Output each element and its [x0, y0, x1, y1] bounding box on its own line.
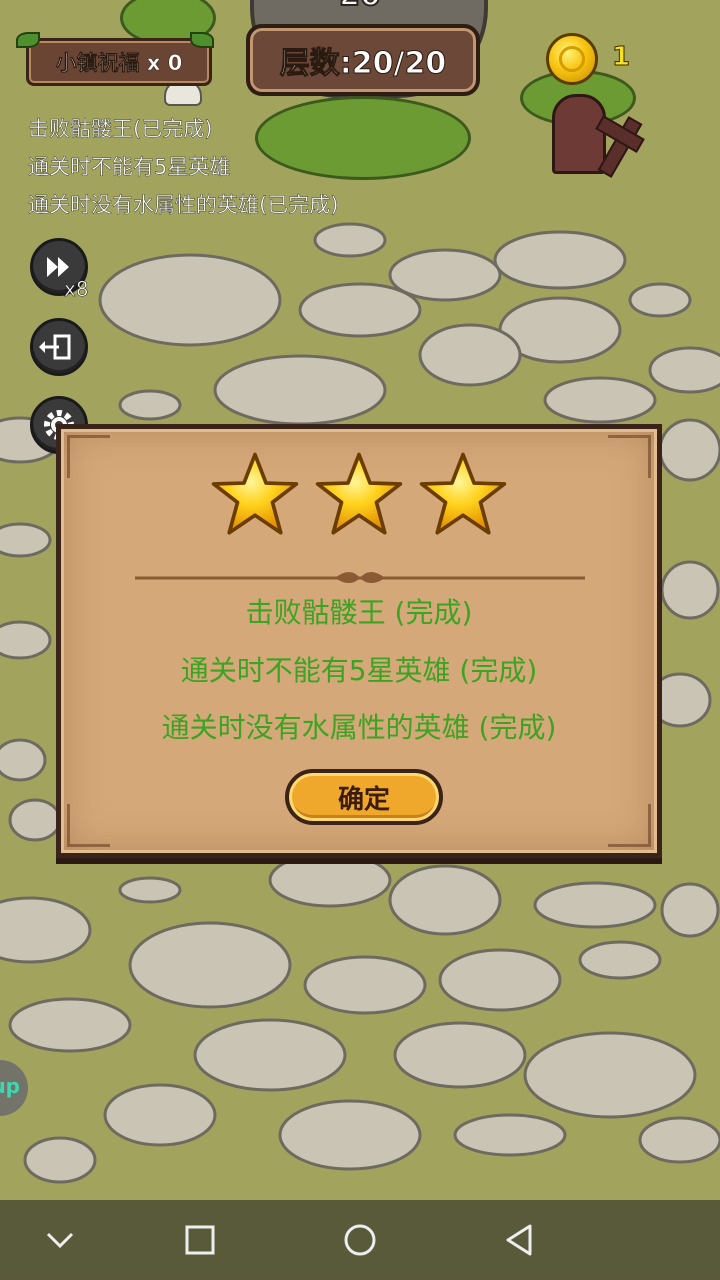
confirm-label: 确定	[337, 784, 390, 815]
exit-button[interactable]	[30, 318, 88, 376]
laurel-leaf-icon	[190, 32, 214, 48]
town-blessing-badge[interactable]: 小镇祝福 x 0	[26, 38, 212, 86]
tombstone	[552, 94, 606, 174]
exit-icon	[39, 334, 71, 360]
floor-counter: 层数:20/20	[246, 24, 480, 96]
ornamental-divider	[135, 572, 585, 583]
chevron-down-icon[interactable]	[40, 1220, 80, 1260]
coin-count: 1	[611, 42, 631, 73]
top-counter: 20	[320, 0, 400, 14]
level-complete-dialog: 击败骷髅王 (完成) 通关时不能有5星英雄 (完成) 通关时没有水属性的英雄 (…	[56, 424, 662, 858]
star-rating	[61, 449, 657, 541]
confirm-button[interactable]: 确定	[285, 769, 443, 825]
speed-multiplier: x8	[64, 277, 89, 302]
square-icon[interactable]	[180, 1220, 220, 1260]
corner-ornament	[608, 804, 651, 847]
side-app-tab-label: up	[0, 1074, 20, 1098]
corner-ornament	[67, 804, 110, 847]
floor-label: 层数:20/20	[279, 46, 447, 82]
objective-item: 通关时没有水属性的英雄(已完成)	[28, 193, 339, 217]
result-objective: 通关时不能有5星英雄 (完成)	[180, 654, 538, 687]
result-objective: 通关时没有水属性的英雄 (完成)	[161, 711, 557, 744]
laurel-leaf-icon	[16, 32, 40, 48]
circle-icon[interactable]	[340, 1220, 380, 1260]
back-triangle-icon[interactable]	[500, 1220, 540, 1260]
star-icon	[211, 452, 299, 535]
objective-item: 通关时不能有5星英雄	[28, 155, 231, 179]
system-nav-bar	[0, 1200, 720, 1280]
result-objective: 击败骷髅王 (完成)	[245, 596, 473, 629]
gold-coin-icon	[546, 33, 598, 85]
star-icon	[419, 452, 507, 535]
objective-list: 击败骷髅王(已完成) 通关时不能有5星英雄 通关时没有水属性的英雄(已完成)	[28, 110, 339, 224]
star-icon	[315, 452, 403, 535]
objective-item: 击败骷髅王(已完成)	[28, 117, 213, 141]
town-blessing-label: 小镇祝福 x 0	[55, 51, 183, 76]
